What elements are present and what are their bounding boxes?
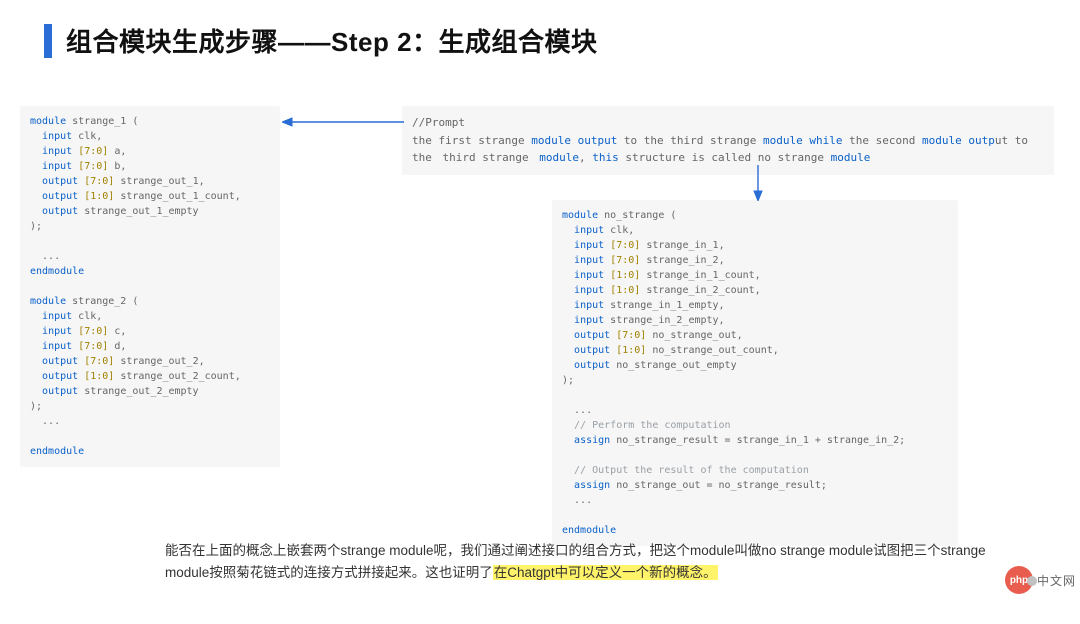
arrow-left-icon [282, 116, 404, 128]
left-code-block: module strange_1 ( input clk, input [7:0… [20, 106, 280, 467]
watermark: php 中文网 [1005, 566, 1076, 594]
watermark-logo-icon: php [1005, 566, 1033, 594]
title-text: 组合模块生成步骤——Step 2：生成组合模块 [66, 22, 598, 59]
watermark-text: 中文网 [1037, 572, 1076, 589]
arrow-down-icon [752, 165, 764, 201]
caption-highlight: 在Chatgpt中可以定义一个新的概念。 [493, 565, 718, 580]
title-accent-bar [44, 24, 52, 58]
slide-title: 组合模块生成步骤——Step 2：生成组合模块 [44, 22, 598, 59]
prompt-block: //Promptthe first strange module output … [402, 106, 1054, 175]
caption-text: 能否在上面的概念上嵌套两个strange module呢，我们通过阐述接口的组合… [165, 540, 995, 583]
right-code-block: module no_strange ( input clk, input [7:… [552, 200, 958, 546]
